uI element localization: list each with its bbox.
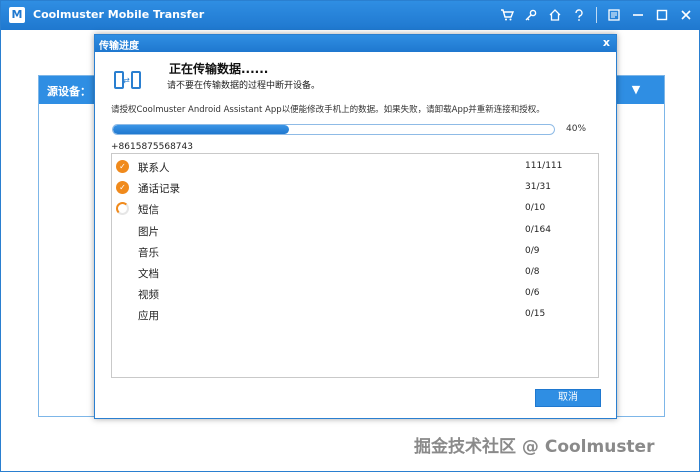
close-icon[interactable] — [675, 5, 697, 25]
transfer-arrow-icon: ⇄ — [123, 76, 130, 85]
title-bar: M Coolmuster Mobile Transfer — [1, 1, 700, 30]
list-item: 文档 0/8 — [112, 262, 598, 283]
list-item: ✓ 联系人 111/111 — [112, 156, 598, 177]
target-phone-icon — [131, 71, 141, 89]
dialog-title-bar: 传输进度 x — [95, 35, 616, 52]
dialog-close-icon[interactable]: x — [603, 36, 610, 49]
list-item: 短信 0/10 — [112, 198, 598, 219]
list-item: 图片 0/164 — [112, 220, 598, 241]
app-logo-icon: M — [9, 7, 25, 23]
maximize-icon[interactable] — [651, 5, 673, 25]
list-item-count: 111/111 — [525, 161, 563, 171]
dialog-title: 传输进度 — [99, 41, 139, 52]
list-item: ✓ 通话记录 31/31 — [112, 177, 598, 198]
key-icon[interactable] — [520, 5, 542, 25]
transfer-heading: 正在传输数据...... — [169, 62, 269, 76]
titlebar-divider — [596, 7, 597, 23]
list-item-name: 应用 — [138, 310, 159, 323]
list-item-count: 0/15 — [525, 309, 546, 320]
list-item-name: 通话记录 — [138, 183, 180, 196]
watermark: 掘金技术社区 @ Coolmuster — [414, 437, 655, 457]
transfer-item-list: ✓ 联系人 111/111 ✓ 通话记录 31/31 短信 0/10 图片 0/164 音乐 0/9 文… — [111, 153, 599, 378]
main-window: M Coolmuster Mobile Transfer 源设备： ▼ 传输进度… — [0, 0, 700, 472]
progress-bar-fill — [113, 125, 290, 134]
list-item-count: 31/31 — [525, 182, 551, 193]
list-item-name: 音乐 — [138, 246, 159, 259]
list-item: 音乐 0/9 — [112, 241, 598, 262]
source-device-panel: 源设备： — [38, 75, 102, 417]
list-item-name: 文档 — [138, 268, 159, 280]
titlebar-controls — [496, 5, 697, 25]
check-icon: ✓ — [116, 160, 129, 173]
device-phone-number: +8615875568743 — [111, 142, 193, 152]
list-item-name: 短信 — [138, 204, 159, 217]
list-item: 视频 0/6 — [112, 283, 598, 304]
list-item: 应用 0/15 — [112, 304, 598, 325]
loading-spinner-icon — [116, 202, 129, 216]
list-item-count: 0/9 — [525, 245, 540, 256]
list-item-name: 图片 — [138, 225, 159, 238]
transfer-subheading: 请不要在传输数据的过程中断开设备。 — [167, 81, 321, 91]
cart-icon[interactable] — [496, 5, 518, 25]
list-item-count: 0/8 — [525, 267, 540, 277]
list-item-count: 0/6 — [525, 288, 540, 299]
help-icon[interactable] — [568, 5, 590, 25]
app-title: Coolmuster Mobile Transfer — [33, 8, 205, 21]
feedback-icon[interactable] — [603, 5, 625, 25]
phone-transfer-icon: ⇄ — [113, 68, 143, 94]
cancel-button[interactable]: 取消 — [535, 389, 601, 407]
list-item-count: 0/164 — [525, 224, 551, 235]
check-icon: ✓ — [116, 181, 129, 195]
authorization-note: 请授权Coolmuster Android Assistant App以便能修改… — [111, 105, 545, 115]
home-icon[interactable] — [544, 5, 566, 25]
list-item-name: 联系人 — [138, 162, 170, 174]
list-item-count: 0/10 — [525, 203, 546, 214]
progress-percent: 40% — [566, 124, 587, 134]
list-item-name: 视频 — [138, 289, 159, 302]
minimize-icon[interactable] — [627, 5, 649, 25]
progress-bar — [112, 124, 555, 135]
transfer-progress-dialog: 传输进度 x ⇄ 正在传输数据...... 请不要在传输数据的过程中断开设备。 … — [94, 34, 617, 419]
source-device-header: 源设备： — [39, 76, 101, 104]
